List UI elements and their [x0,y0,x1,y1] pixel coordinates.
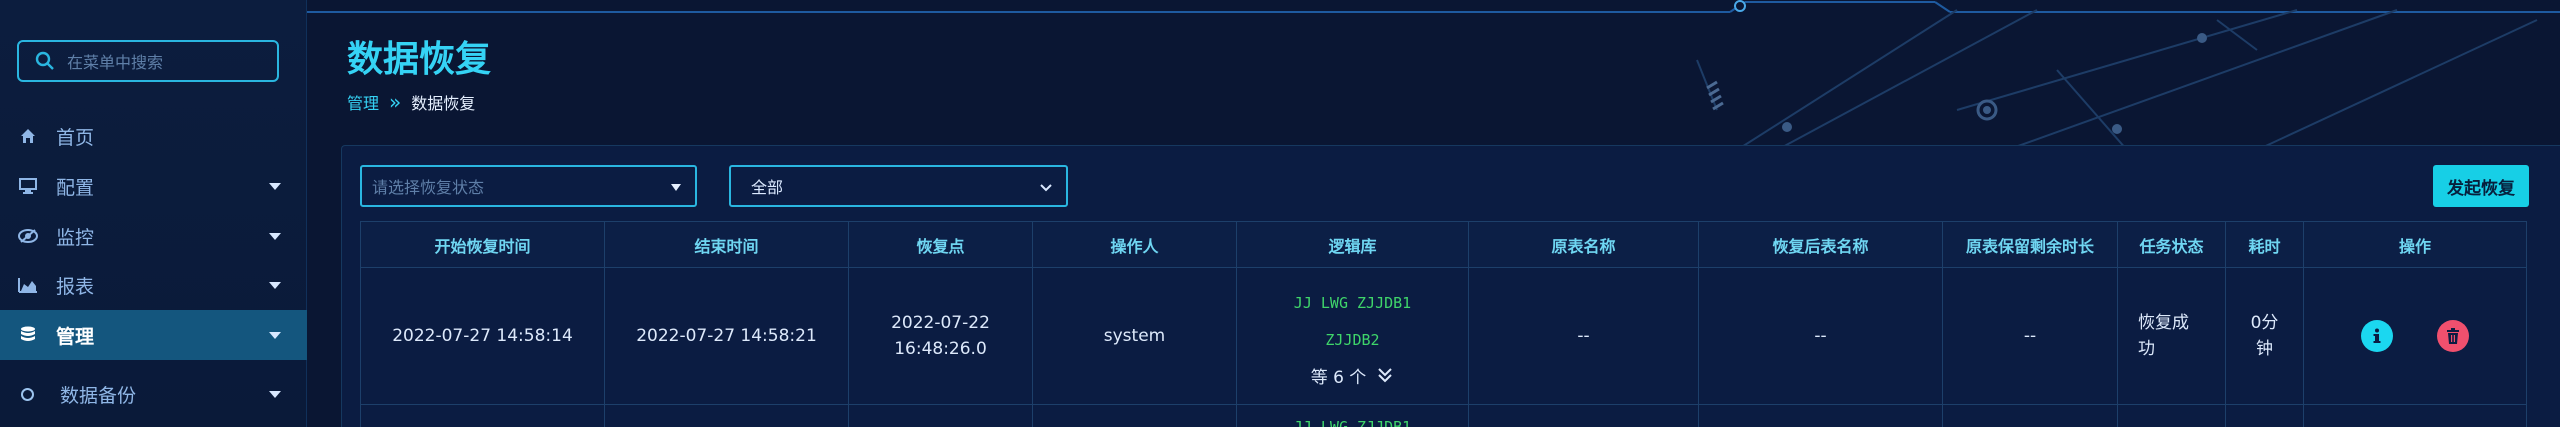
restore-table: 开始恢复时间 结束时间 恢复点 操作人 逻辑库 原表名称 恢复后表名称 原表保留… [360,221,2527,427]
db-line-1: JJ LWG ZJJDB1 [1293,293,1412,312]
db-line-1: JJ LWG ZJJDB1 [1293,418,1412,427]
db-line-2: ZJJDB2 [1325,330,1380,349]
search-icon [35,51,54,70]
sidebar-item-label: 数据备份 [60,384,137,407]
main-content: 数据恢复 管理 » 数据恢复 请选择恢复状态 全部 发起恢复 开始恢复时间 结束… [307,0,2560,427]
breadcrumb-separator: » [389,90,402,114]
col-header: 耗时 [2225,221,2304,268]
cell-empty [1032,404,1237,427]
sidebar-item-home[interactable]: 首页 [0,111,307,161]
cell-end-time: 2022-07-27 14:58:21 [604,267,849,405]
breadcrumb: 管理 » 数据恢复 [347,90,475,114]
breadcrumb-parent-link[interactable]: 管理 [347,90,379,114]
sidebar-item-config[interactable]: 配置 [0,161,307,211]
duration-line-1: 0分 [2250,313,2279,333]
sidebar-item-label: 配置 [56,176,95,199]
cell-empty [1942,404,2118,427]
cell-logical-db: JJ LWG ZJJDB1 ZJJDB2 等 6 个 [1236,267,1469,405]
db-more-toggle[interactable]: 等 6 个 [1237,363,1468,388]
double-chevron-down-icon [1378,368,1393,383]
circle-icon [21,387,34,401]
chevron-down-icon [269,282,281,289]
restore-point-date: 2022-07-22 [891,313,990,333]
scope-select-value: 全部 [751,178,784,197]
menu-search-input[interactable]: 在菜单中搜索 [17,40,279,82]
monitor-icon [16,174,40,198]
sidebar: 在菜单中搜索 首页 配置 监控 报表 管理 数据备份 [0,0,307,427]
chevron-down-icon [269,183,281,190]
cell-actions [2303,267,2527,405]
sidebar-item-manage[interactable]: 管理 [0,310,307,360]
cell-empty [1698,404,1943,427]
cell-restore-point: 2022-07-22 16:48:26.0 [848,267,1033,405]
cell-empty [1468,404,1699,427]
sidebar-item-label: 首页 [56,126,95,149]
col-header: 操作人 [1032,221,1237,268]
chevron-down-icon [1040,184,1052,192]
sidebar-item-label: 管理 [56,325,95,348]
col-header: 结束时间 [604,221,849,268]
start-restore-button[interactable]: 发起恢复 [2433,165,2529,207]
cell-empty [2303,404,2527,427]
col-header: 操作 [2303,221,2527,268]
trash-icon [2447,328,2459,344]
cell-status: 恢复成 功 [2117,267,2226,405]
sidebar-item-label: 报表 [56,275,95,298]
sidebar-item-label: 监控 [56,226,95,249]
breadcrumb-current: 数据恢复 [411,94,476,113]
chevron-down-icon [269,332,281,339]
delete-button[interactable] [2437,320,2469,352]
col-header: 恢复后表名称 [1698,221,1943,268]
table-row: JJ LWG ZJJDB1 [360,404,2527,427]
restore-point-time: 16:48:26.0 [894,339,987,359]
col-header: 开始恢复时间 [360,221,605,268]
col-header: 原表保留剩余时长 [1942,221,2118,268]
sidebar-item-data-backup[interactable]: 数据备份 [0,369,307,419]
cell-operator: system [1032,267,1237,405]
info-button[interactable] [2361,320,2393,352]
cell-empty [848,404,1033,427]
sidebar-item-reports[interactable]: 报表 [0,260,307,310]
col-header: 恢复点 [848,221,1033,268]
col-header: 任务状态 [2117,221,2226,268]
status-line-2: 功 [2138,339,2155,359]
cell-retain: -- [1942,267,2118,405]
cell-logical-db: JJ LWG ZJJDB1 [1236,404,1469,427]
cell-new-table: -- [1698,267,1943,405]
page-title: 数据恢复 [347,39,492,80]
area-chart-icon [16,273,40,297]
duration-line-2: 钟 [2256,339,2273,359]
cell-duration: 0分 钟 [2225,267,2304,405]
restore-status-placeholder: 请选择恢复状态 [372,178,485,197]
restore-panel: 请选择恢复状态 全部 发起恢复 开始恢复时间 结束时间 恢复点 操作人 逻辑库 [341,145,2560,427]
home-icon [16,124,40,148]
cell-start-time: 2022-07-27 14:58:14 [360,267,605,405]
col-header: 原表名称 [1468,221,1699,268]
info-icon [2373,328,2381,343]
table-header-row: 开始恢复时间 结束时间 恢复点 操作人 逻辑库 原表名称 恢复后表名称 原表保留… [360,221,2527,268]
col-header: 逻辑库 [1236,221,1469,268]
cell-empty [604,404,849,427]
circuit-decoration [1696,9,2538,150]
database-icon [16,323,40,347]
cell-orig-table: -- [1468,267,1699,405]
scope-select[interactable]: 全部 [729,165,1068,207]
chevron-down-icon [269,391,281,398]
caret-down-icon [671,184,681,191]
cell-empty [360,404,605,427]
db-more-label: 等 6 个 [1310,367,1367,388]
cell-empty [2117,404,2226,427]
sidebar-item-monitor[interactable]: 监控 [0,211,307,261]
eye-icon [16,224,40,248]
chevron-down-icon [269,233,281,240]
status-line-1: 恢复成 [2138,313,2189,333]
restore-status-select[interactable]: 请选择恢复状态 [360,165,697,207]
cell-empty [2225,404,2304,427]
table-row: 2022-07-27 14:58:14 2022-07-27 14:58:21 … [360,267,2527,405]
menu-search-placeholder: 在菜单中搜索 [67,53,164,72]
